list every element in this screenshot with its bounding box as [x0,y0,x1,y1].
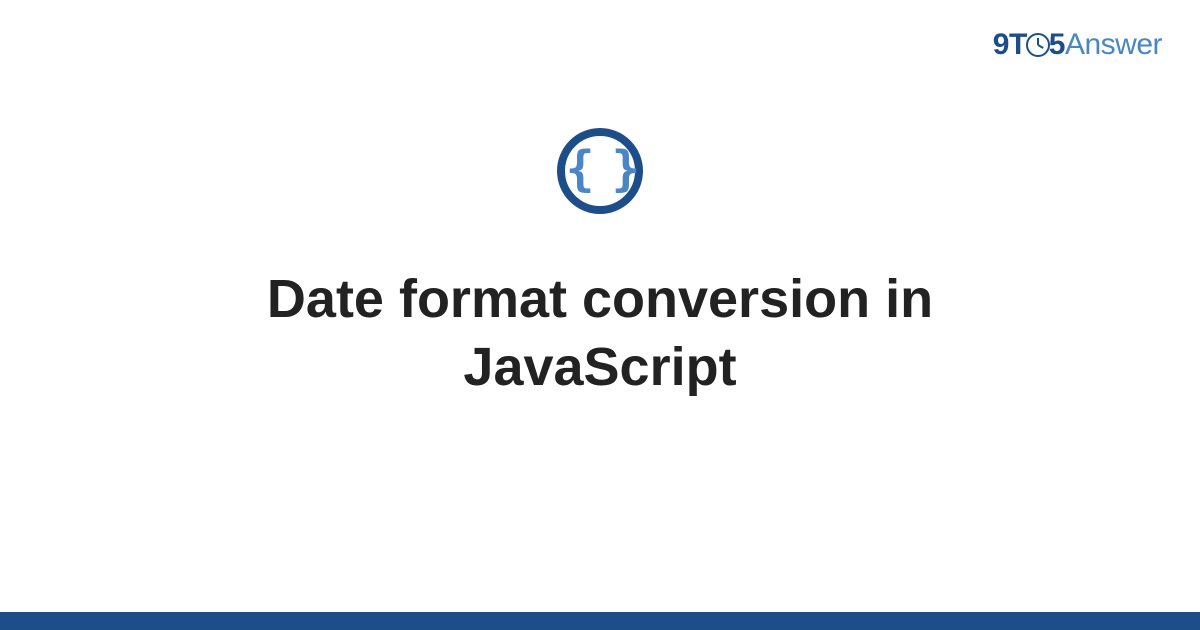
clock-icon [1026,33,1050,57]
footer-bar [0,612,1200,630]
code-braces-icon: { } [557,128,643,214]
brand-five: 5 [1049,28,1065,61]
braces-glyph: { } [566,145,635,193]
brand-t: T [1009,28,1027,61]
brand-logo: 9T5Answer [993,28,1162,62]
brand-answer: Answer [1065,28,1162,61]
page-title: Date format conversion in JavaScript [150,266,1050,401]
brand-nine: 9 [993,28,1009,61]
main-content: { } Date format conversion in JavaScript [0,128,1200,401]
